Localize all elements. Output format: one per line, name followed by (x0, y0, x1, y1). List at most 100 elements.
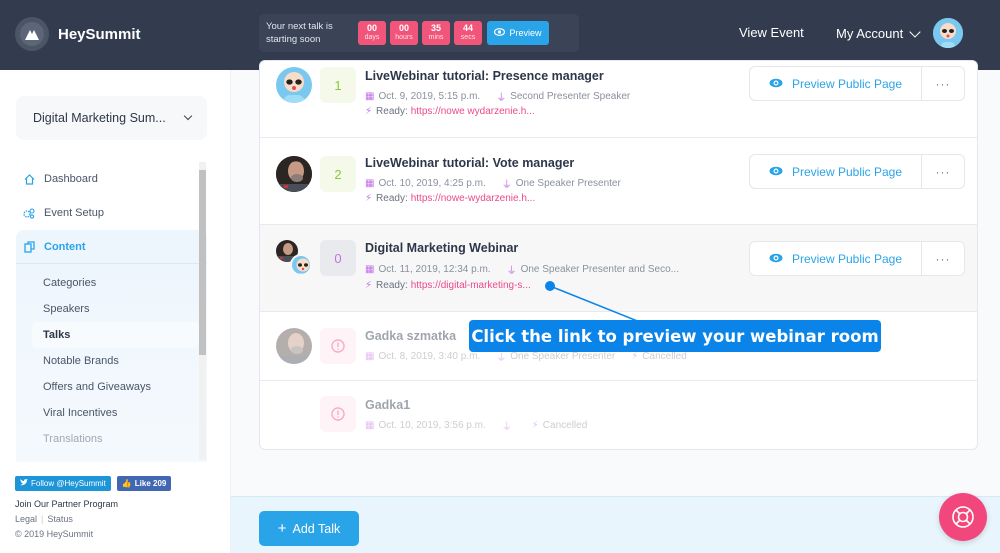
talk-date: Oct. 8, 2019, 3:40 p.m. (378, 351, 481, 362)
talks-list: 1 LiveWebinar tutorial: Presence manager… (259, 60, 978, 450)
talk-date: Oct. 10, 2019, 4:25 p.m. (378, 178, 486, 189)
countdown-value: 00 (366, 23, 377, 33)
help-button[interactable] (939, 493, 987, 541)
talk-number-badge: 1 (320, 67, 356, 103)
thumbs-up-icon: 👍 (121, 479, 132, 488)
next-talk-countdown: Your next talk is starting soon 00 days … (259, 14, 579, 52)
talk-meta: ▦ Oct. 9, 2019, 5:15 p.m. ⏚ Second Prese… (365, 89, 630, 104)
speaker-avatar (276, 67, 312, 103)
event-selector[interactable]: Digital Marketing Sum... (16, 96, 207, 140)
sidebar-item-viral-incentives[interactable]: Viral Incentives (16, 400, 207, 426)
talk-title[interactable]: LiveWebinar tutorial: Vote manager (365, 156, 574, 170)
copy-icon (22, 240, 36, 254)
talk-status: ⚡ Ready: https://nowe wydarzenie.h... (365, 106, 535, 117)
more-options-button[interactable]: ··· (922, 242, 964, 275)
countdown-preview-button[interactable]: Preview (487, 21, 549, 45)
event-name: Digital Marketing Sum... (33, 111, 166, 125)
countdown-unit: mins (428, 34, 444, 41)
more-options-button[interactable]: ··· (922, 67, 964, 100)
countdown-unit: hours (395, 34, 413, 41)
calendar-icon: ▦ (365, 420, 375, 431)
bolt-icon: ⚡ (365, 193, 373, 204)
speaker-avatar (290, 254, 312, 276)
bolt-icon: ⚡ (631, 351, 639, 362)
cancelled-badge (320, 396, 356, 432)
speaker-avatar (276, 328, 312, 364)
presenter-icon: ⏚ (501, 422, 512, 433)
sidebar-item-event-setup[interactable]: Event Setup (16, 196, 207, 230)
copyright: © 2019 HeySummit (15, 529, 94, 539)
twitter-follow-button[interactable]: Follow @HeySummit (15, 476, 111, 491)
talk-title[interactable]: Digital Marketing Webinar (365, 241, 518, 255)
countdown-value: 35 (430, 23, 441, 33)
sidebar-item-label: Dashboard (44, 173, 98, 185)
sidebar: Digital Marketing Sum... Dashboard Event… (0, 70, 231, 553)
divider: | (41, 514, 44, 524)
main-content: 1 LiveWebinar tutorial: Presence manager… (231, 60, 1000, 496)
talk-row[interactable]: 1 LiveWebinar tutorial: Presence manager… (260, 61, 977, 138)
sidebar-item-notable-brands[interactable]: Notable Brands (16, 348, 207, 374)
brand-name: HeySummit (58, 25, 141, 43)
add-talk-button[interactable]: + Add Talk (259, 511, 359, 546)
eye-icon (769, 252, 783, 266)
preview-public-page-button[interactable]: Preview Public Page (750, 155, 922, 188)
webinar-link[interactable]: https://nowe wydarzenie.h... (411, 106, 535, 117)
preview-public-page-button[interactable]: Preview Public Page (750, 67, 922, 100)
countdown-secs: 44 secs (454, 21, 482, 45)
eye-icon (494, 28, 506, 38)
countdown-unit: days (364, 34, 380, 41)
talk-status: Cancelled (642, 351, 687, 362)
status-link[interactable]: Status (47, 514, 73, 524)
calendar-icon: ▦ (365, 91, 375, 102)
legal-link[interactable]: Legal (15, 514, 37, 524)
twitter-label: Follow @HeySummit (31, 479, 106, 488)
talk-actions: Preview Public Page ··· (749, 241, 965, 276)
logo[interactable]: HeySummit (15, 17, 141, 51)
my-account-menu[interactable]: My Account (836, 25, 921, 41)
sidebar-nav: Dashboard Event Setup Content Categories… (16, 162, 207, 462)
talk-row[interactable]: Gadka1 ▦ Oct. 10, 2019, 3:56 p.m. ⏚ ⚡ Ca… (260, 381, 977, 449)
talk-speakers: One Speaker Presenter (515, 178, 621, 189)
lifebuoy-icon (952, 506, 974, 528)
partner-program-link[interactable]: Join Our Partner Program (15, 499, 171, 509)
talk-title[interactable]: Gadka1 (365, 398, 410, 412)
talk-date: Oct. 10, 2019, 3:56 p.m. (378, 420, 486, 431)
talk-speakers: Second Presenter Speaker (510, 91, 631, 102)
talk-actions: Preview Public Page ··· (749, 154, 965, 189)
talk-meta: ▦ Oct. 11, 2019, 12:34 p.m. ⏚ One Speake… (365, 262, 679, 277)
speaker-avatar (276, 156, 312, 192)
view-event-link[interactable]: View Event (739, 25, 804, 40)
eye-icon (769, 165, 783, 179)
facebook-label: Like 209 (134, 479, 167, 488)
more-options-button[interactable]: ··· (922, 155, 964, 188)
talk-title[interactable]: LiveWebinar tutorial: Presence manager (365, 69, 604, 83)
sidebar-item-content[interactable]: Content (16, 230, 207, 264)
talk-title[interactable]: Gadka szmatka (365, 329, 456, 343)
sidebar-scrollbar[interactable] (199, 162, 206, 460)
countdown-unit: secs (460, 34, 476, 41)
preview-label: Preview Public Page (791, 251, 903, 266)
webinar-link[interactable]: https://digital-marketing-s... (411, 280, 531, 291)
presenter-icon: ⏚ (501, 180, 512, 191)
chevron-down-icon (183, 111, 193, 121)
sidebar-item-speakers[interactable]: Speakers (16, 296, 207, 322)
talk-row[interactable]: 2 LiveWebinar tutorial: Vote manager ▦ O… (260, 138, 977, 225)
sidebar-item-translations[interactable]: Translations (16, 426, 207, 452)
talk-status: ⚡ Ready: https://nowe-wydarzenie.h... (365, 193, 535, 204)
talk-date: Oct. 11, 2019, 12:34 p.m. (378, 264, 491, 275)
scrollbar-thumb[interactable] (199, 170, 206, 355)
user-avatar[interactable] (933, 18, 963, 48)
countdown-value: 44 (462, 23, 473, 33)
webinar-link[interactable]: https://nowe-wydarzenie.h... (411, 193, 536, 204)
twitter-icon (20, 479, 28, 488)
annotation-callout: Click the link to preview your webinar r… (469, 320, 881, 352)
sidebar-item-offers[interactable]: Offers and Giveaways (16, 374, 207, 400)
sidebar-item-talks[interactable]: Talks (32, 322, 199, 348)
preview-public-page-button[interactable]: Preview Public Page (750, 242, 922, 275)
sidebar-footer: Follow @HeySummit 👍 Like 209 Join Our Pa… (15, 476, 172, 539)
sidebar-item-dashboard[interactable]: Dashboard (16, 162, 207, 196)
talk-row[interactable]: 0 Digital Marketing Webinar ▦ Oct. 11, 2… (260, 225, 977, 312)
alert-icon (331, 407, 345, 421)
facebook-like-button[interactable]: 👍 Like 209 (116, 476, 172, 491)
sidebar-item-categories[interactable]: Categories (16, 270, 207, 296)
